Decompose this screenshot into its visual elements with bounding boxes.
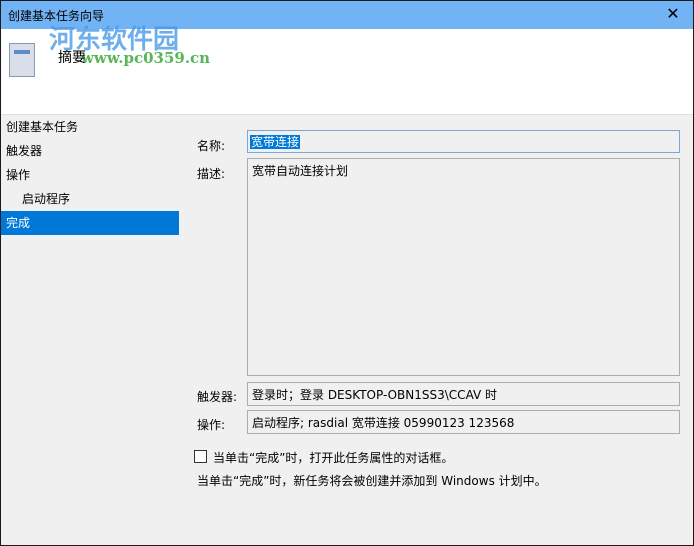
step-trigger[interactable]: 触发器 xyxy=(1,139,179,163)
finish-note: 当单击“完成”时，新任务将会被创建并添加到 Windows 计划中。 xyxy=(197,474,547,488)
name-label: 名称: xyxy=(197,139,226,153)
step-action[interactable]: 操作 xyxy=(1,163,179,187)
close-icon[interactable]: ✕ xyxy=(661,4,685,24)
step-create-basic-task[interactable]: 创建基本任务 xyxy=(1,115,179,139)
open-properties-label[interactable]: 当单击“完成”时，打开此任务属性的对话框。 xyxy=(213,449,453,466)
wizard-steps: 创建基本任务 触发器 操作 启动程序 完成 xyxy=(1,115,179,235)
trigger-label: 触发器: xyxy=(197,390,238,404)
wizard-header: 河东软件园 www.pc0359.cn 摘要 xyxy=(1,25,693,115)
action-label: 操作: xyxy=(197,418,226,432)
name-field[interactable]: 宽带连接 xyxy=(247,130,680,153)
description-label: 描述: xyxy=(197,167,226,181)
open-properties-checkbox[interactable] xyxy=(194,450,207,463)
name-value: 宽带连接 xyxy=(250,135,301,149)
description-field[interactable]: 宽带自动连接计划 xyxy=(247,158,680,376)
watermark-url: www.pc0359.cn xyxy=(81,49,211,67)
wizard-window: 创建基本任务向导 ✕ 河东软件园 www.pc0359.cn 摘要 创建基本任务… xyxy=(0,0,694,546)
action-field: 启动程序; rasdial 宽带连接 05990123 123568 xyxy=(247,410,680,434)
page-title: 摘要 xyxy=(58,50,86,66)
trigger-field: 登录时；登录 DESKTOP-OBN1SS3\CCAV 时 xyxy=(247,382,680,406)
step-start-program[interactable]: 启动程序 xyxy=(1,187,179,211)
step-finish[interactable]: 完成 xyxy=(1,211,179,235)
task-icon xyxy=(9,43,35,77)
